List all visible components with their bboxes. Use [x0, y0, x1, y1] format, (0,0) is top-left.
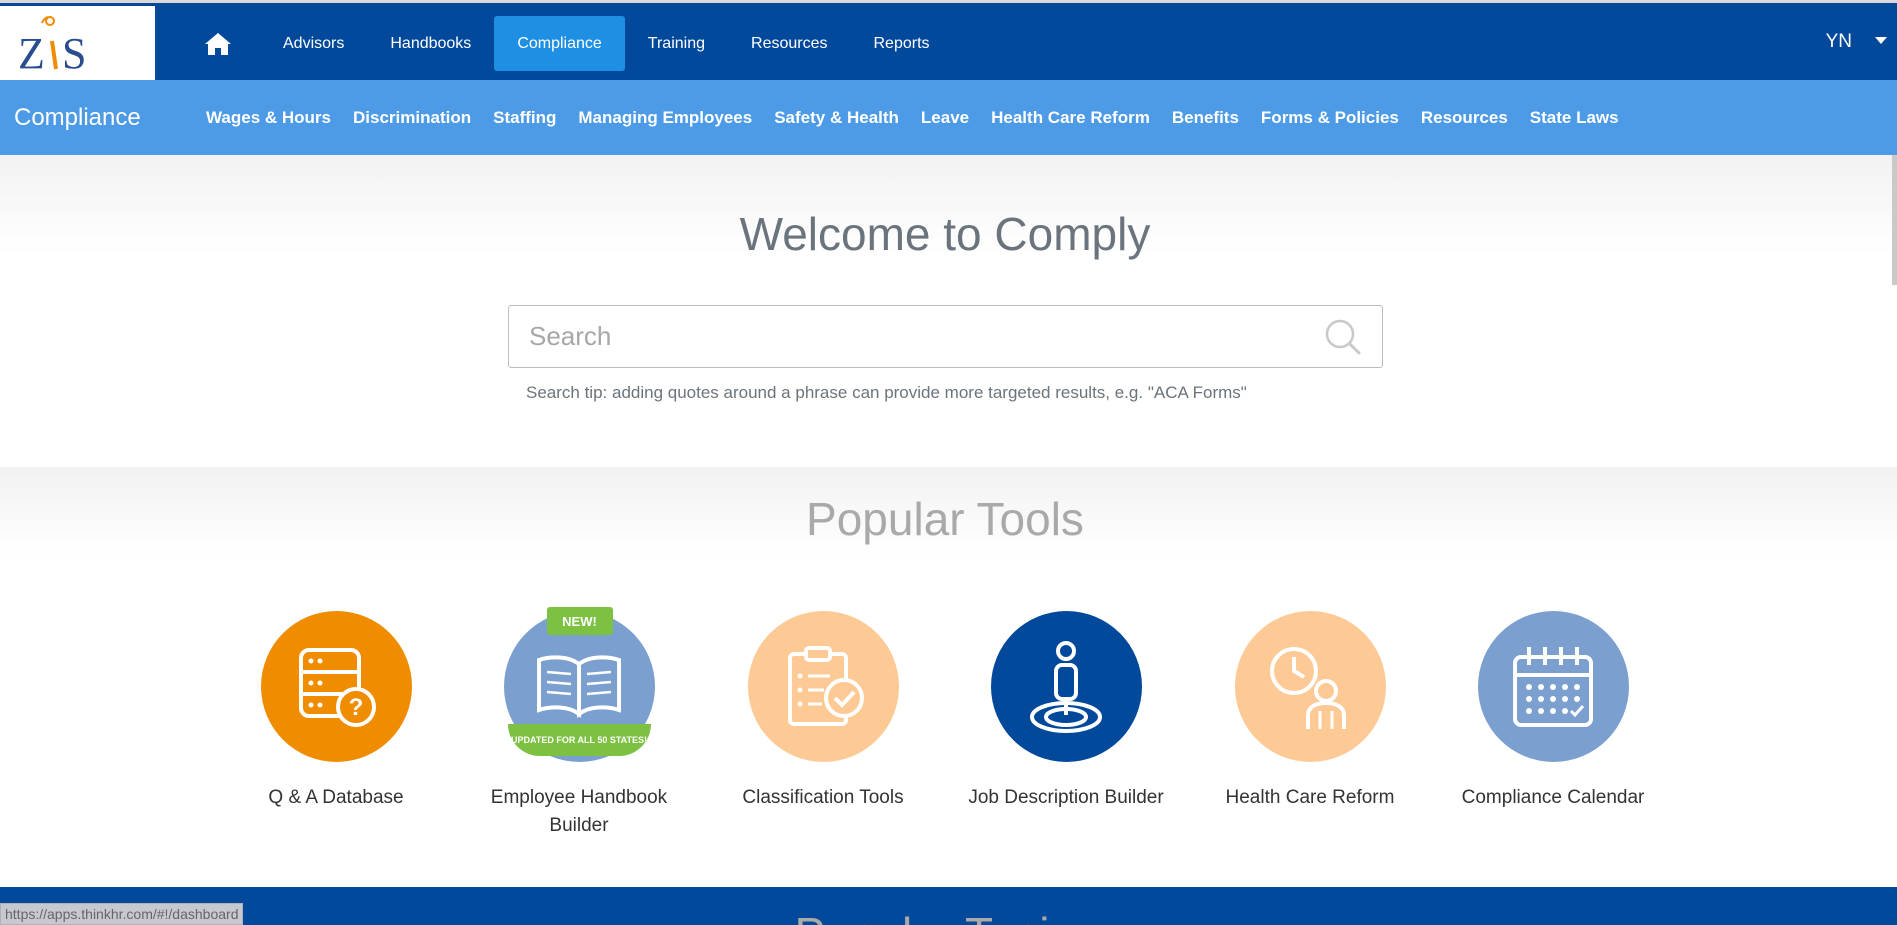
browser-status-url: https://apps.thinkhr.com/#!/dashboard — [0, 903, 244, 925]
compliance-subnav-bar: Compliance Wages & Hours Discrimination … — [0, 80, 1897, 155]
tool-label[interactable]: Job Description Builder — [951, 784, 1181, 812]
open-book-icon — [537, 654, 621, 718]
tool-label[interactable]: Health Care Reform — [1195, 784, 1425, 812]
clock-person-icon — [1270, 646, 1346, 729]
main-nav: Advisors Handbooks Compliance Training R… — [185, 16, 953, 71]
search-input[interactable] — [509, 306, 1309, 367]
popular-tools-section: Popular Tools ? Q & A Database NEW! UPDA… — [0, 467, 1897, 887]
logo-icon: Z S — [18, 16, 86, 75]
tool-icon-circle[interactable] — [747, 611, 899, 762]
section-heading: Popular Tools — [806, 493, 1084, 545]
subnav-managing-employees[interactable]: Managing Employees — [567, 108, 763, 128]
nav-handbooks[interactable]: Handbooks — [367, 16, 494, 71]
search-tip: Search tip: adding quotes around a phras… — [526, 383, 1247, 402]
tool-employee-handbook-builder[interactable]: NEW! UPDATED FOR ALL 50 STATES! Employee… — [464, 607, 694, 840]
nav-compliance[interactable]: Compliance — [494, 16, 625, 71]
search-box[interactable] — [508, 305, 1383, 368]
updated-badge: UPDATED FOR ALL 50 STATES! — [507, 724, 651, 756]
subnav-discrimination[interactable]: Discrimination — [342, 108, 482, 128]
tool-label[interactable]: Classification Tools — [708, 784, 938, 812]
tool-icon-circle[interactable] — [1477, 611, 1629, 762]
tool-icon-circle[interactable] — [990, 611, 1142, 762]
subnav-staffing[interactable]: Staffing — [482, 108, 567, 128]
section-heading: Popular Topics — [0, 907, 1890, 925]
tool-icon-circle[interactable]: ? — [260, 611, 412, 762]
calendar-icon — [1513, 646, 1593, 727]
subnav: Wages & Hours Discrimination Staffing Ma… — [195, 80, 1630, 155]
svg-text:S: S — [62, 29, 86, 75]
tool-classification-tools[interactable]: Classification Tools — [708, 611, 938, 812]
tool-icon-circle[interactable] — [1234, 611, 1386, 762]
tool-job-description-builder[interactable]: Job Description Builder — [951, 611, 1181, 812]
tool-label[interactable]: Q & A Database — [221, 784, 451, 812]
nav-reports[interactable]: Reports — [851, 16, 953, 71]
svg-text:Z: Z — [18, 29, 45, 75]
company-logo[interactable]: Z S — [0, 6, 155, 83]
subnav-resources[interactable]: Resources — [1410, 108, 1519, 128]
caret-down-icon[interactable] — [1875, 37, 1887, 44]
page-title: Welcome to Comply — [739, 208, 1151, 260]
welcome-section: Welcome to Comply Search tip: adding quo… — [0, 155, 1897, 467]
popular-topics-section: Popular Topics — [0, 887, 1897, 925]
subnav-safety-health[interactable]: Safety & Health — [763, 108, 910, 128]
new-badge: NEW! — [546, 607, 613, 635]
subnav-leave[interactable]: Leave — [910, 108, 980, 128]
clipboard-check-icon — [788, 645, 864, 726]
scrollbar[interactable] — [1892, 155, 1897, 285]
nav-training[interactable]: Training — [625, 16, 728, 71]
svg-text:?: ? — [349, 694, 364, 721]
subnav-forms-policies[interactable]: Forms & Policies — [1250, 108, 1410, 128]
nav-advisors[interactable]: Advisors — [260, 16, 367, 71]
section-title: Compliance — [14, 104, 141, 131]
user-menu[interactable]: YN — [1826, 31, 1852, 53]
subnav-health-care-reform[interactable]: Health Care Reform — [980, 108, 1161, 128]
tool-qa-database[interactable]: ? Q & A Database — [221, 611, 451, 812]
tool-icon-circle[interactable]: NEW! UPDATED FOR ALL 50 STATES! — [503, 607, 655, 762]
top-navigation-bar: Z S Advisors Handbooks Compliance Traini… — [0, 0, 1897, 83]
search-icon[interactable] — [1324, 318, 1362, 356]
person-target-icon — [1030, 640, 1102, 733]
database-question-icon: ? — [299, 647, 376, 727]
tool-label[interactable]: Compliance Calendar — [1438, 784, 1668, 812]
tool-health-care-reform[interactable]: Health Care Reform — [1195, 611, 1425, 812]
tool-compliance-calendar[interactable]: Compliance Calendar — [1438, 611, 1668, 812]
home-button[interactable] — [185, 16, 250, 71]
home-icon — [204, 32, 231, 55]
subnav-wages-hours[interactable]: Wages & Hours — [195, 108, 342, 128]
subnav-benefits[interactable]: Benefits — [1161, 108, 1250, 128]
tool-label[interactable]: Employee Handbook Builder — [464, 784, 694, 840]
subnav-state-laws[interactable]: State Laws — [1519, 108, 1630, 128]
nav-resources[interactable]: Resources — [728, 16, 850, 71]
